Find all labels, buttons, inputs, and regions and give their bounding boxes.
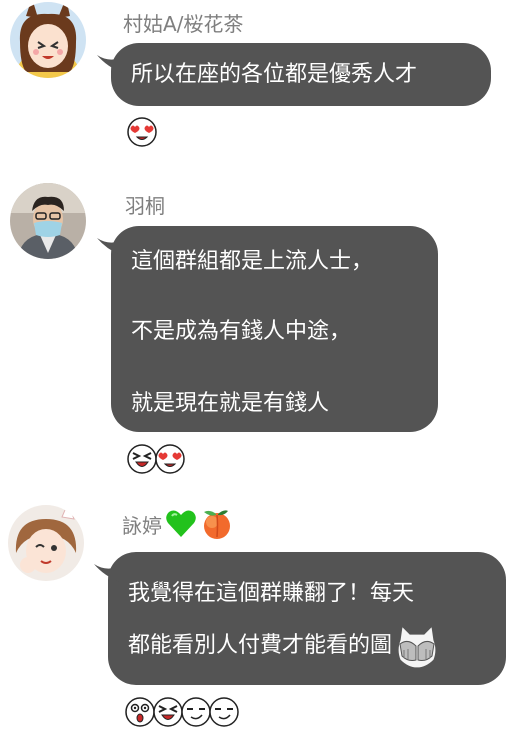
message-bubble[interactable]: 這個群組都是上流人士， 不是成為有錢人中途， 就是現在就是有錢人 (97, 226, 438, 432)
message-text: 就是現在就是有錢人 (131, 391, 330, 416)
avatar-sender-1[interactable] (10, 2, 86, 78)
message-bubble[interactable]: 所以在座的各位都是優秀人才 (97, 43, 491, 106)
bubble-tail (97, 55, 123, 73)
message-text: 所以在座的各位都是優秀人才 (131, 62, 418, 87)
peach-emoji-icon (200, 507, 234, 541)
sender-name-text: 村姑A/桜花茶 (123, 12, 244, 36)
cat-covering-face-sticker-icon (394, 624, 440, 669)
sender-name: 羽桐 (125, 190, 165, 219)
sender-name-text: 羽桐 (125, 194, 165, 218)
reaction-bar[interactable] (124, 696, 239, 728)
smirk-emoji-icon[interactable] (208, 696, 240, 728)
sender-name-text: 詠婷 (122, 513, 162, 538)
sender-name: 村姑A/桜花茶 (123, 8, 243, 37)
sender-name: 詠婷 (122, 507, 234, 541)
message-text: 這個群組都是上流人士， (131, 249, 374, 274)
message-text: 不是成為有錢人中途， (131, 319, 352, 344)
message-text: 我覺得在這個群賺翻了！每天 (128, 581, 415, 606)
heart-eyes-emoji-icon[interactable] (154, 443, 186, 475)
avatar-sender-3[interactable] (8, 505, 84, 581)
green-heart-emoji-icon (164, 507, 198, 541)
reaction-bar[interactable] (126, 116, 157, 148)
message-text-with-sticker: 都能看別人付費才能看的圖 (128, 624, 440, 669)
bubble-tail (97, 238, 123, 256)
avatar-sender-2[interactable] (10, 183, 86, 259)
message-text: 都能看別人付費才能看的圖 (128, 633, 393, 658)
heart-eyes-emoji-icon[interactable] (126, 116, 158, 148)
reaction-bar[interactable] (126, 443, 185, 475)
bubble-tail (94, 564, 120, 582)
message-bubble[interactable]: 我覺得在這個群賺翻了！每天 都能看別人付費才能看的圖 (94, 552, 506, 685)
